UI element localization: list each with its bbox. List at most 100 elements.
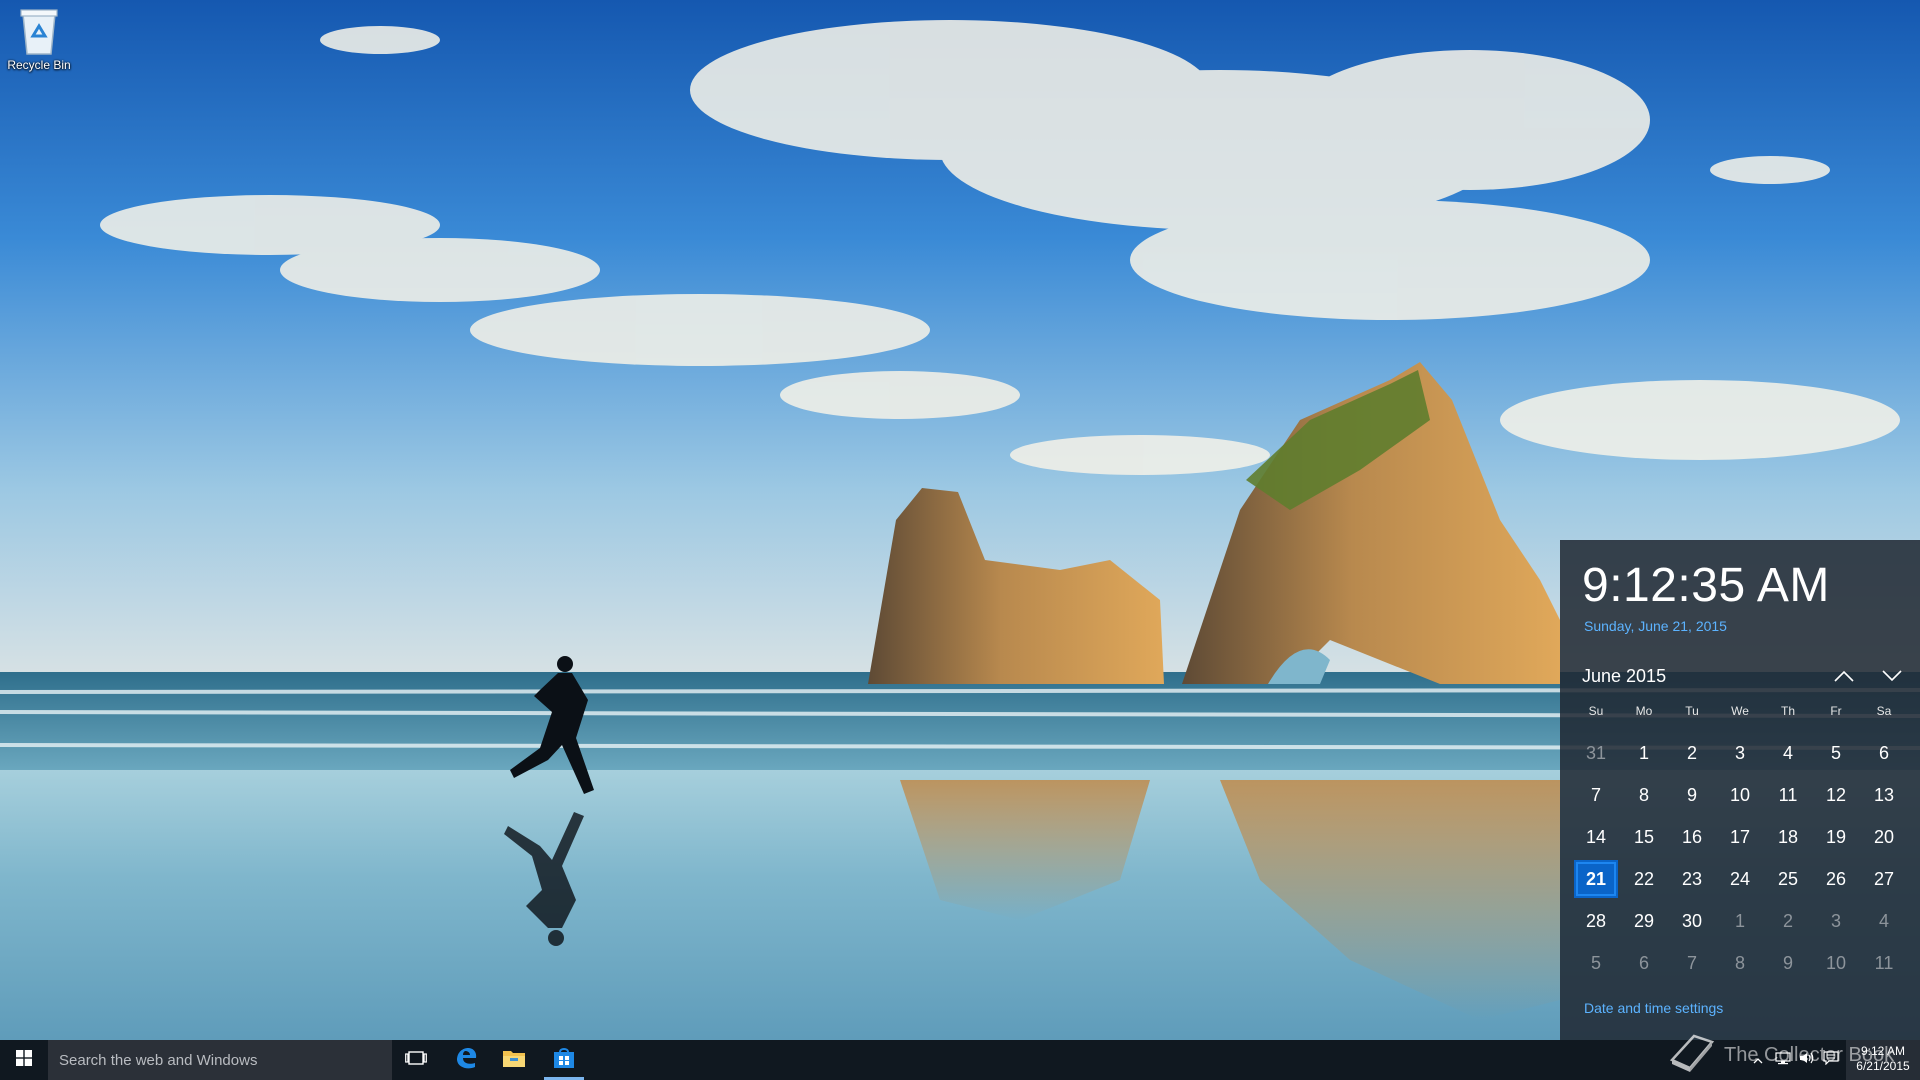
calendar-day-number: 24: [1729, 868, 1751, 889]
calendar-day[interactable]: 3: [1812, 900, 1860, 942]
calendar-day[interactable]: 15: [1620, 816, 1668, 858]
calendar-day-number: 14: [1585, 826, 1607, 847]
calendar-day[interactable]: 12: [1812, 774, 1860, 816]
calendar-day[interactable]: 7: [1572, 774, 1620, 816]
calendar-day[interactable]: 22: [1620, 858, 1668, 900]
calendar-day[interactable]: 10: [1812, 942, 1860, 984]
calendar-day-number: 8: [1638, 784, 1649, 805]
calendar-day[interactable]: 8: [1716, 942, 1764, 984]
calendar-day[interactable]: 23: [1668, 858, 1716, 900]
calendar-day[interactable]: 30: [1668, 900, 1716, 942]
calendar-day-number: 28: [1585, 910, 1607, 931]
calendar-day[interactable]: 1: [1620, 732, 1668, 774]
date-time-settings-link[interactable]: Date and time settings: [1584, 1000, 1723, 1016]
calendar-day-number: 3: [1830, 910, 1841, 931]
calendar-day-number: 20: [1873, 826, 1895, 847]
calendar-day-number: 18: [1777, 826, 1799, 847]
calendar-day[interactable]: 17: [1716, 816, 1764, 858]
calendar-day[interactable]: 1: [1716, 900, 1764, 942]
task-view-icon: [405, 1050, 427, 1071]
weekday-label: Tu: [1685, 704, 1699, 718]
calendar-day[interactable]: 13: [1860, 774, 1908, 816]
action-center-button[interactable]: [1820, 1040, 1842, 1080]
calendar-day[interactable]: 27: [1860, 858, 1908, 900]
calendar-day[interactable]: 25: [1764, 858, 1812, 900]
edge-taskbar-button[interactable]: [442, 1040, 490, 1080]
store-taskbar-button[interactable]: [540, 1040, 588, 1080]
flyout-long-date[interactable]: Sunday, June 21, 2015: [1584, 618, 1727, 634]
calendar-day[interactable]: 5: [1812, 732, 1860, 774]
calendar-day[interactable]: 2: [1668, 732, 1716, 774]
calendar-day-number: 10: [1729, 784, 1751, 805]
calendar-day[interactable]: 2: [1764, 900, 1812, 942]
file-explorer-taskbar-button[interactable]: [490, 1040, 538, 1080]
calendar-day[interactable]: 26: [1812, 858, 1860, 900]
month-label[interactable]: June 2015: [1582, 666, 1666, 687]
calendar-day-number: 4: [1878, 910, 1889, 931]
next-month-button[interactable]: [1878, 664, 1906, 692]
show-hidden-icons-button[interactable]: [1748, 1040, 1768, 1080]
calendar-day[interactable]: 5: [1572, 942, 1620, 984]
flyout-clock-time: 9:12:35 AM: [1582, 559, 1830, 612]
calendar-day-number: 2: [1782, 910, 1793, 931]
calendar-day[interactable]: 14: [1572, 816, 1620, 858]
desktop-icon-label: Recycle Bin: [7, 58, 71, 72]
weekday-label: Sa: [1876, 704, 1892, 718]
taskbar-clock[interactable]: 9:12 AM 6/21/2015: [1846, 1040, 1920, 1080]
calendar-day[interactable]: 29: [1620, 900, 1668, 942]
task-view-button[interactable]: [392, 1040, 440, 1080]
calendar-day[interactable]: 7: [1668, 942, 1716, 984]
calendar-day-number: 4: [1782, 742, 1793, 763]
calendar-day[interactable]: 24: [1716, 858, 1764, 900]
chevron-down-icon: [1882, 669, 1902, 687]
calendar-day-number: 6: [1878, 742, 1889, 763]
calendar-day-number: 5: [1830, 742, 1841, 763]
calendar-day-number: 7: [1590, 784, 1601, 805]
calendar-day[interactable]: 4: [1860, 900, 1908, 942]
calendar-day-number: 2: [1686, 742, 1697, 763]
weekday-label: We: [1731, 704, 1749, 718]
network-icon: [1775, 1051, 1791, 1070]
calendar-day[interactable]: 8: [1620, 774, 1668, 816]
calendar-day[interactable]: 18: [1764, 816, 1812, 858]
search-box[interactable]: Search the web and Windows: [48, 1040, 392, 1080]
calendar-day-number: 19: [1825, 826, 1847, 847]
calendar-day-number: 8: [1734, 952, 1745, 973]
calendar-day[interactable]: 11: [1764, 774, 1812, 816]
calendar-day[interactable]: 6: [1860, 732, 1908, 774]
calendar-day[interactable]: 20: [1860, 816, 1908, 858]
calendar-day-number: 17: [1729, 826, 1751, 847]
network-tray-button[interactable]: [1772, 1040, 1794, 1080]
calendar-day[interactable]: 19: [1812, 816, 1860, 858]
recycle-bin-icon: [17, 6, 61, 56]
calendar-day[interactable]: 16: [1668, 816, 1716, 858]
calendar-day-number: 11: [1874, 952, 1894, 973]
calendar-day-number: 1: [1638, 742, 1649, 763]
calendar-day-number: 12: [1825, 784, 1847, 805]
calendar-day[interactable]: 9: [1764, 942, 1812, 984]
calendar-day-number: 10: [1825, 952, 1847, 973]
calendar-day[interactable]: 11: [1860, 942, 1908, 984]
weekday-label: Mo: [1635, 704, 1653, 718]
calendar-day[interactable]: 10: [1716, 774, 1764, 816]
calendar-day-number: 15: [1633, 826, 1655, 847]
calendar-day[interactable]: 4: [1764, 732, 1812, 774]
calendar-day-number: 11: [1778, 784, 1798, 805]
calendar-day[interactable]: 9: [1668, 774, 1716, 816]
calendar-day-number: 21: [1574, 860, 1618, 898]
start-button[interactable]: [0, 1040, 48, 1080]
calendar-day[interactable]: 3: [1716, 732, 1764, 774]
taskbar: Search the web and Windows 9:12 AM 6/21/…: [0, 1040, 1920, 1080]
desktop-icon-recycle-bin[interactable]: Recycle Bin: [4, 6, 74, 72]
calendar-day-today[interactable]: 21: [1572, 858, 1620, 900]
calendar-day-number: 9: [1686, 784, 1697, 805]
folder-icon: [502, 1048, 526, 1073]
calendar-day-number: 9: [1782, 952, 1793, 973]
calendar-day[interactable]: 28: [1572, 900, 1620, 942]
calendar-day-number: 23: [1681, 868, 1703, 889]
previous-month-button[interactable]: [1830, 664, 1858, 692]
calendar-day-number: 5: [1590, 952, 1601, 973]
calendar-day[interactable]: 31: [1572, 732, 1620, 774]
calendar-day[interactable]: 6: [1620, 942, 1668, 984]
volume-tray-button[interactable]: [1796, 1040, 1818, 1080]
